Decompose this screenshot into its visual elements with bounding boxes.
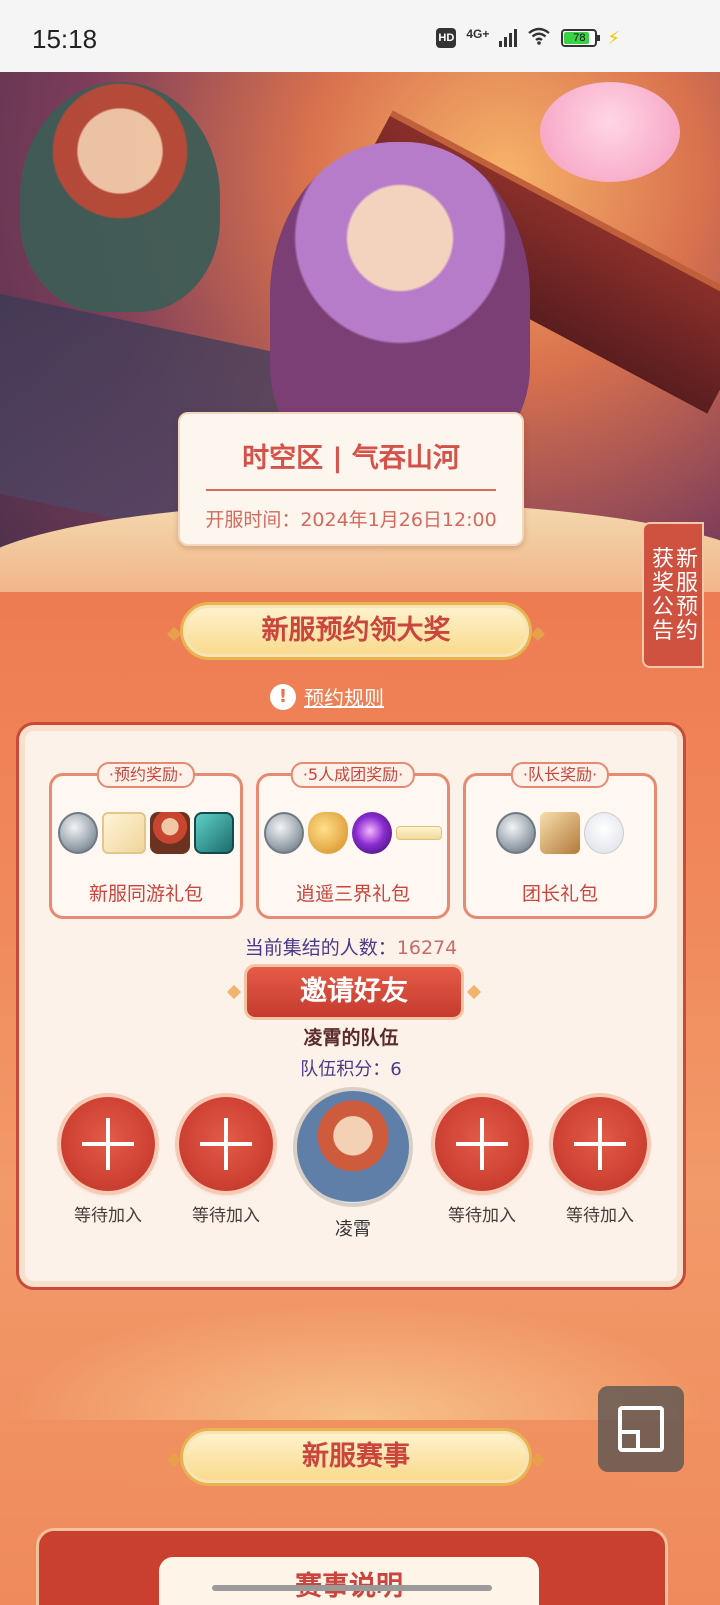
reward-tag: ·预约奖励· [96, 762, 196, 788]
invite-friends-button[interactable]: 邀请好友 [226, 967, 482, 1017]
slot-status: 等待加入 [74, 1206, 142, 1226]
reward-label: 新服同游礼包 [88, 883, 203, 905]
open-time: 开服时间：2024年1月26日12:00 [205, 509, 497, 531]
gathering-number: 16274 [396, 937, 458, 959]
exclamation-icon: ! [270, 683, 296, 710]
ticket-icon [102, 812, 146, 854]
charging-icon: ⚡ [607, 27, 620, 49]
reward-card-reservation[interactable]: ·预约奖励· 新服同游礼包 [49, 762, 243, 919]
section-title-reservation: 新服预约领大奖 [166, 602, 546, 660]
section-title-text: 新服预约领大奖 [261, 615, 451, 646]
reward-tag: ·5人成团奖励· [290, 762, 416, 788]
team-slot-1[interactable]: 等待加入 [59, 1097, 157, 1226]
section-title-text: 新服赛事 [302, 1441, 410, 1472]
team-slot-4[interactable]: 等待加入 [551, 1097, 649, 1226]
add-member-icon [553, 1097, 647, 1191]
server-name: 时空区 | 气吞山河 [242, 443, 460, 474]
team-slot-3[interactable]: 等待加入 [433, 1097, 531, 1226]
reward-items [259, 812, 447, 854]
coin-icon [496, 812, 536, 854]
book-icon [194, 812, 234, 854]
gathering-label: 当前集结的人数： [244, 937, 397, 959]
character-left-art [20, 82, 220, 312]
reward-tag: ·队长奖励· [510, 762, 610, 788]
ghost-icon [584, 812, 624, 854]
gourd-icon [308, 812, 348, 854]
avatar [293, 1087, 413, 1207]
battery-level: 78 [573, 32, 586, 44]
scroll-icon [540, 812, 580, 854]
reward-card-team[interactable]: ·5人成团奖励· 逍遥三界礼包 [256, 762, 450, 919]
invite-label: 邀请好友 [300, 976, 408, 1007]
rules-label: 预约规则 [304, 686, 384, 710]
clock: 15:18 [32, 24, 98, 54]
team-score: 队伍积分：6 [300, 1059, 402, 1080]
network-type: 4G+ [466, 27, 490, 41]
status-icons: HD 4G+ 78 ⚡ [436, 26, 620, 50]
gathering-count: 当前集结的人数：16274 [19, 933, 683, 960]
side-tab-announcement: 获奖公告 [652, 547, 675, 644]
battery-icon: 78 [561, 29, 601, 47]
slot-status: 等待加入 [566, 1206, 634, 1226]
slot-status: 等待加入 [192, 1206, 260, 1226]
fullscreen-toggle-button[interactable] [598, 1386, 684, 1472]
add-member-icon [435, 1097, 529, 1191]
orb-icon [352, 812, 392, 854]
side-tab-button[interactable]: 获奖公告 新服预约 [642, 522, 704, 668]
reward-card-leader[interactable]: ·队长奖励· 团长礼包 [463, 762, 657, 919]
section-title-events: 新服赛事 [166, 1428, 546, 1486]
hd-icon: HD [436, 28, 457, 48]
coin-icon [58, 812, 98, 854]
signal-icon [499, 29, 518, 47]
reward-label: 逍遥三界礼包 [295, 883, 410, 905]
wifi-icon [527, 26, 551, 50]
ticket-bar-icon [396, 826, 442, 840]
slot-status: 等待加入 [448, 1206, 516, 1226]
status-bar: 15:18 HD 4G+ 78 ⚡ [0, 0, 720, 72]
add-member-icon [61, 1097, 155, 1191]
reward-items [466, 812, 654, 854]
reward-items [52, 812, 240, 854]
team-slot-2[interactable]: 等待加入 [177, 1097, 275, 1226]
add-member-icon [179, 1097, 273, 1191]
hero-avatar-icon [150, 812, 190, 854]
team-name: 凌霄的队伍 [303, 1027, 399, 1049]
reservation-panel: ·预约奖励· 新服同游礼包 ·5人成团奖励· 逍遥三界礼包 ·队长奖励· 团长礼… [16, 722, 686, 1290]
events-panel-title: 赛事说明 [159, 1557, 539, 1605]
reward-label: 团长礼包 [521, 883, 598, 905]
rules-link[interactable]: ! 预约规则 [270, 682, 384, 711]
side-tab-reservation: 新服预约 [676, 547, 699, 644]
mascot-art [540, 82, 680, 182]
home-indicator[interactable] [212, 1585, 492, 1591]
divider [206, 489, 496, 491]
events-panel: 赛事说明 [36, 1528, 668, 1605]
server-info-card: 时空区 | 气吞山河 开服时间：2024年1月26日12:00 [178, 412, 524, 546]
coin-icon [264, 812, 304, 854]
leader-name: 凌霄 [335, 1219, 371, 1240]
team-leader-slot[interactable]: 凌霄 [291, 1087, 415, 1241]
